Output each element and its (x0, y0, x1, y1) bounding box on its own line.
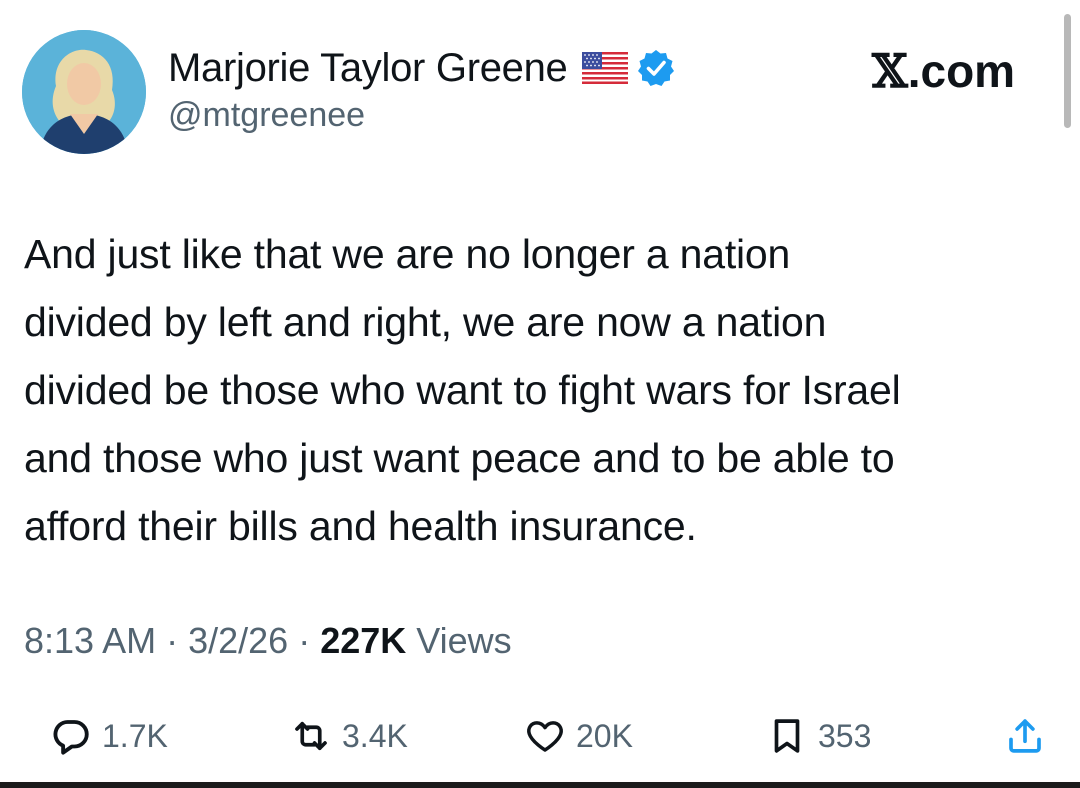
share-button[interactable] (1004, 706, 1046, 766)
bookmark-count: 353 (818, 717, 872, 754)
author-handle[interactable]: @mtgreenee (168, 96, 365, 135)
author-display-name[interactable]: Marjorie Taylor Greene (168, 46, 568, 91)
tweet-text-line: and those who just want peace and to be … (24, 435, 895, 481)
site-domain: .com (907, 45, 1016, 97)
verified-badge-icon[interactable] (636, 48, 676, 88)
retweet-button[interactable]: 3.4K (290, 706, 408, 766)
reply-icon (50, 715, 92, 757)
x-logo-letter: 𝕏 (872, 44, 908, 98)
avatar[interactable] (22, 30, 146, 154)
us-flag-icon (581, 52, 628, 84)
tweet-date[interactable]: 3/2/26 (188, 620, 288, 661)
reply-count: 1.7K (102, 717, 168, 754)
tweet-text-line: divided be those who want to fight wars … (24, 367, 901, 413)
meta-separator: · (156, 620, 189, 661)
tweet-text-line: And just like that we are no longer a na… (24, 231, 791, 277)
tweet-text-line: afford their bills and health insurance. (24, 503, 697, 549)
share-icon (1004, 715, 1046, 757)
heart-icon (524, 715, 566, 757)
scrollbar[interactable] (1064, 14, 1071, 128)
site-label: 𝕏.com (872, 44, 1015, 98)
bottom-divider (0, 782, 1080, 788)
tweet-actions: 1.7K 3.4K 20K 353 (0, 706, 1080, 766)
author-name-row: Marjorie Taylor Greene (168, 44, 676, 92)
reply-button[interactable]: 1.7K (50, 706, 168, 766)
bookmark-icon (766, 715, 808, 757)
meta-separator: · (288, 620, 321, 661)
like-button[interactable]: 20K (524, 706, 633, 766)
tweet-meta: 8:13 AM · 3/2/26 · 227K Views (24, 620, 512, 662)
tweet-time[interactable]: 8:13 AM (24, 620, 156, 661)
views-label: Views (416, 620, 512, 661)
profile-photo (22, 30, 146, 154)
retweet-count: 3.4K (342, 717, 408, 754)
bookmark-button[interactable]: 353 (766, 706, 871, 766)
retweet-icon (290, 715, 332, 757)
tweet-text-line: divided by left and right, we are now a … (24, 299, 827, 345)
tweet-text: And just like that we are no longer a na… (24, 220, 1054, 560)
views-count: 227K (320, 620, 407, 661)
like-count: 20K (576, 717, 633, 754)
